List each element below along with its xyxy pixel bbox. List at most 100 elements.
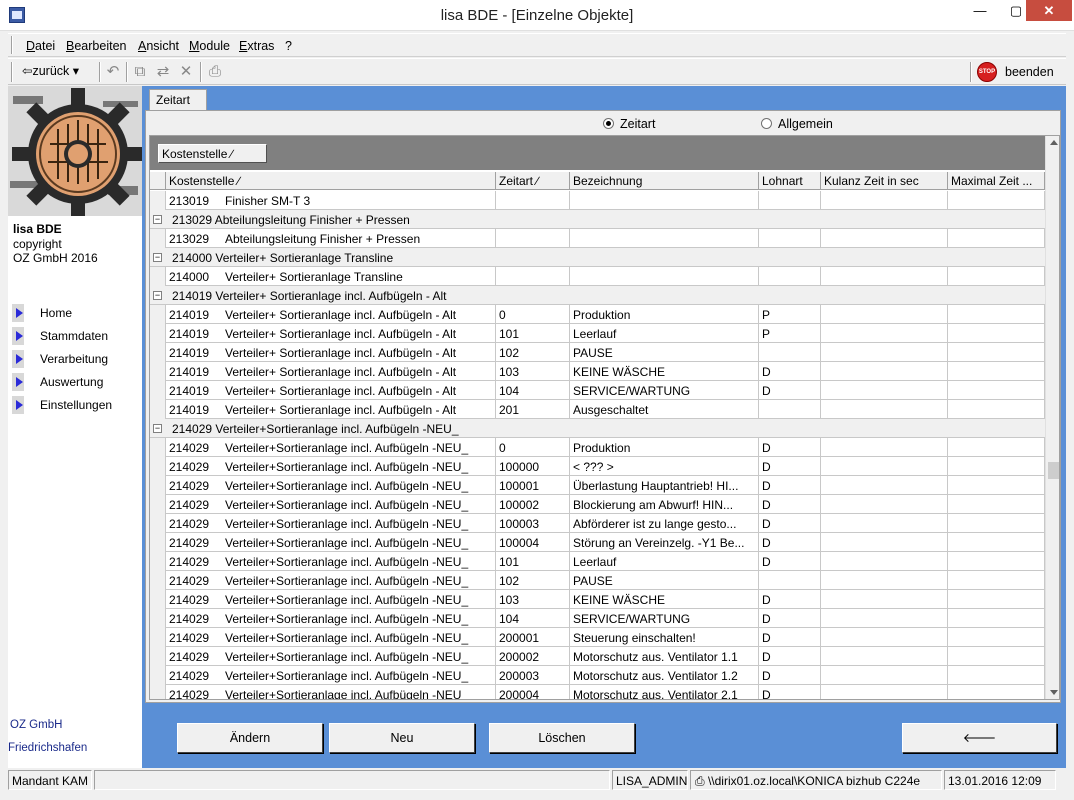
cell-kostenstelle[interactable]: 214019: [166, 343, 222, 362]
cell-lohnart[interactable]: D: [759, 514, 821, 533]
cell-lohnart[interactable]: [759, 191, 821, 210]
cell-kostenstelle-name[interactable]: Verteiler+Sortieranlage incl. Aufbügeln …: [222, 571, 496, 590]
cell-bezeichnung[interactable]: KEINE WÄSCHE: [570, 362, 759, 381]
table-row[interactable]: 214029 Verteiler+Sortieranlage incl. Aufb…: [150, 438, 1045, 457]
cell-kulanz-zeit[interactable]: [821, 552, 948, 571]
cell-lohnart[interactable]: P: [759, 305, 821, 324]
cell-kostenstelle-name[interactable]: Verteiler+Sortieranlage incl. Aufbügeln …: [222, 590, 496, 609]
group-row[interactable]: − 213029 Abteilungsleitung Finisher + Pre…: [150, 210, 1045, 229]
cell-zeitart[interactable]: 101: [496, 324, 570, 343]
cell-bezeichnung[interactable]: Überlastung Hauptantrieb! HI...: [570, 476, 759, 495]
cell-zeitart[interactable]: [496, 267, 570, 286]
cell-kostenstelle-name[interactable]: Verteiler+ Sortieranlage incl. Aufbügeln…: [222, 362, 496, 381]
cell-kostenstelle[interactable]: 213029: [166, 229, 222, 248]
cell-kostenstelle-name[interactable]: Verteiler+Sortieranlage incl. Aufbügeln …: [222, 552, 496, 571]
table-row[interactable]: 214029 Verteiler+Sortieranlage incl. Aufb…: [150, 685, 1045, 699]
scroll-up-icon[interactable]: [1050, 140, 1058, 145]
cell-maximal-zeit[interactable]: [948, 666, 1045, 685]
cell-kostenstelle[interactable]: 214000: [166, 267, 222, 286]
cell-zeitart[interactable]: 200001: [496, 628, 570, 647]
table-row[interactable]: 214019 Verteiler+ Sortieranlage incl. Auf…: [150, 381, 1045, 400]
col-maximal-zeit[interactable]: Maximal Zeit ...: [948, 172, 1045, 190]
group-chip-kostenstelle[interactable]: Kostenstelle ∕: [158, 144, 267, 163]
menu-ansicht[interactable]: Ansicht: [138, 39, 179, 53]
cell-kulanz-zeit[interactable]: [821, 476, 948, 495]
cell-zeitart[interactable]: [496, 229, 570, 248]
cell-lohnart[interactable]: D: [759, 438, 821, 457]
cell-maximal-zeit[interactable]: [948, 324, 1045, 343]
cell-lohnart[interactable]: D: [759, 457, 821, 476]
collapse-icon[interactable]: −: [153, 291, 162, 300]
menu-datei[interactable]: Datei: [26, 39, 55, 53]
cell-lohnart[interactable]: [759, 400, 821, 419]
cell-maximal-zeit[interactable]: [948, 533, 1045, 552]
menu-bearbeiten[interactable]: Bearbeiten: [66, 39, 126, 53]
cell-maximal-zeit[interactable]: [948, 685, 1045, 699]
cell-kulanz-zeit[interactable]: [821, 400, 948, 419]
cell-kostenstelle-name[interactable]: Verteiler+ Sortieranlage incl. Aufbügeln…: [222, 343, 496, 362]
col-lohnart[interactable]: Lohnart: [759, 172, 821, 190]
cell-kulanz-zeit[interactable]: [821, 381, 948, 400]
cell-maximal-zeit[interactable]: [948, 191, 1045, 210]
scroll-thumb[interactable]: [1048, 462, 1059, 479]
cell-kostenstelle[interactable]: 214029: [166, 666, 222, 685]
cell-zeitart[interactable]: 100002: [496, 495, 570, 514]
cell-maximal-zeit[interactable]: [948, 381, 1045, 400]
cell-kostenstelle-name[interactable]: Verteiler+ Sortieranlage incl. Aufbügeln…: [222, 400, 496, 419]
cell-kostenstelle-name[interactable]: Verteiler+Sortieranlage incl. Aufbügeln …: [222, 685, 496, 699]
cell-zeitart[interactable]: 200003: [496, 666, 570, 685]
cell-maximal-zeit[interactable]: [948, 267, 1045, 286]
undo-icon[interactable]: ↶: [104, 63, 122, 81]
move-object-icon[interactable]: ⇄: [154, 63, 172, 81]
cell-zeitart[interactable]: 0: [496, 438, 570, 457]
cell-kulanz-zeit[interactable]: [821, 495, 948, 514]
cell-bezeichnung[interactable]: SERVICE/WARTUNG: [570, 609, 759, 628]
cell-bezeichnung[interactable]: Ausgeschaltet: [570, 400, 759, 419]
cell-zeitart[interactable]: 104: [496, 609, 570, 628]
cell-maximal-zeit[interactable]: [948, 571, 1045, 590]
cell-kostenstelle-name[interactable]: Verteiler+Sortieranlage incl. Aufbügeln …: [222, 495, 496, 514]
cell-kostenstelle[interactable]: 214029: [166, 609, 222, 628]
table-row[interactable]: 214029 Verteiler+Sortieranlage incl. Aufb…: [150, 609, 1045, 628]
cell-bezeichnung[interactable]: PAUSE: [570, 343, 759, 362]
cell-zeitart[interactable]: 102: [496, 343, 570, 362]
cell-kostenstelle-name[interactable]: Verteiler+Sortieranlage incl. Aufbügeln …: [222, 514, 496, 533]
col-zeitart[interactable]: Zeitart ∕: [496, 172, 570, 190]
cell-kostenstelle-name[interactable]: Verteiler+ Sortieranlage Transline: [222, 267, 496, 286]
cell-kostenstelle-name[interactable]: Verteiler+ Sortieranlage incl. Aufbügeln…: [222, 305, 496, 324]
table-row[interactable]: 213029 Abteilungsleitung Finisher + Press…: [150, 229, 1045, 248]
group-row[interactable]: − 214029 Verteiler+Sortieranlage incl. Au…: [150, 419, 1045, 438]
cell-kulanz-zeit[interactable]: [821, 343, 948, 362]
cell-kostenstelle[interactable]: 214029: [166, 647, 222, 666]
nav-home[interactable]: Home: [8, 303, 142, 323]
cell-kostenstelle-name[interactable]: Verteiler+Sortieranlage incl. Aufbügeln …: [222, 476, 496, 495]
cell-maximal-zeit[interactable]: [948, 229, 1045, 248]
group-row[interactable]: − 214000 Verteiler+ Sortieranlage Transli…: [150, 248, 1045, 267]
table-row[interactable]: 214019 Verteiler+ Sortieranlage incl. Auf…: [150, 343, 1045, 362]
cell-zeitart[interactable]: 0: [496, 305, 570, 324]
cell-lohnart[interactable]: [759, 229, 821, 248]
cell-lohnart[interactable]: D: [759, 628, 821, 647]
table-row[interactable]: 214029 Verteiler+Sortieranlage incl. Aufb…: [150, 647, 1045, 666]
cell-lohnart[interactable]: D: [759, 476, 821, 495]
cell-kulanz-zeit[interactable]: [821, 229, 948, 248]
cell-kostenstelle-name[interactable]: Verteiler+Sortieranlage incl. Aufbügeln …: [222, 647, 496, 666]
cell-kostenstelle[interactable]: 214029: [166, 552, 222, 571]
cell-zeitart[interactable]: 100000: [496, 457, 570, 476]
cell-bezeichnung[interactable]: Störung an Vereinzelg. -Y1 Be...: [570, 533, 759, 552]
cell-lohnart[interactable]: D: [759, 381, 821, 400]
cell-kostenstelle[interactable]: 214019: [166, 362, 222, 381]
cell-maximal-zeit[interactable]: [948, 647, 1045, 666]
cell-kulanz-zeit[interactable]: [821, 609, 948, 628]
menu-help[interactable]: ?: [285, 39, 292, 53]
cell-zeitart[interactable]: 102: [496, 571, 570, 590]
cell-maximal-zeit[interactable]: [948, 590, 1045, 609]
cell-maximal-zeit[interactable]: [948, 552, 1045, 571]
stop-icon[interactable]: STOP: [977, 62, 997, 82]
scroll-down-icon[interactable]: [1050, 690, 1058, 695]
cell-bezeichnung[interactable]: [570, 191, 759, 210]
cell-kostenstelle-name[interactable]: Verteiler+ Sortieranlage incl. Aufbügeln…: [222, 381, 496, 400]
table-row[interactable]: 214019 Verteiler+ Sortieranlage incl. Auf…: [150, 324, 1045, 343]
cell-zeitart[interactable]: 103: [496, 362, 570, 381]
cell-kulanz-zeit[interactable]: [821, 191, 948, 210]
